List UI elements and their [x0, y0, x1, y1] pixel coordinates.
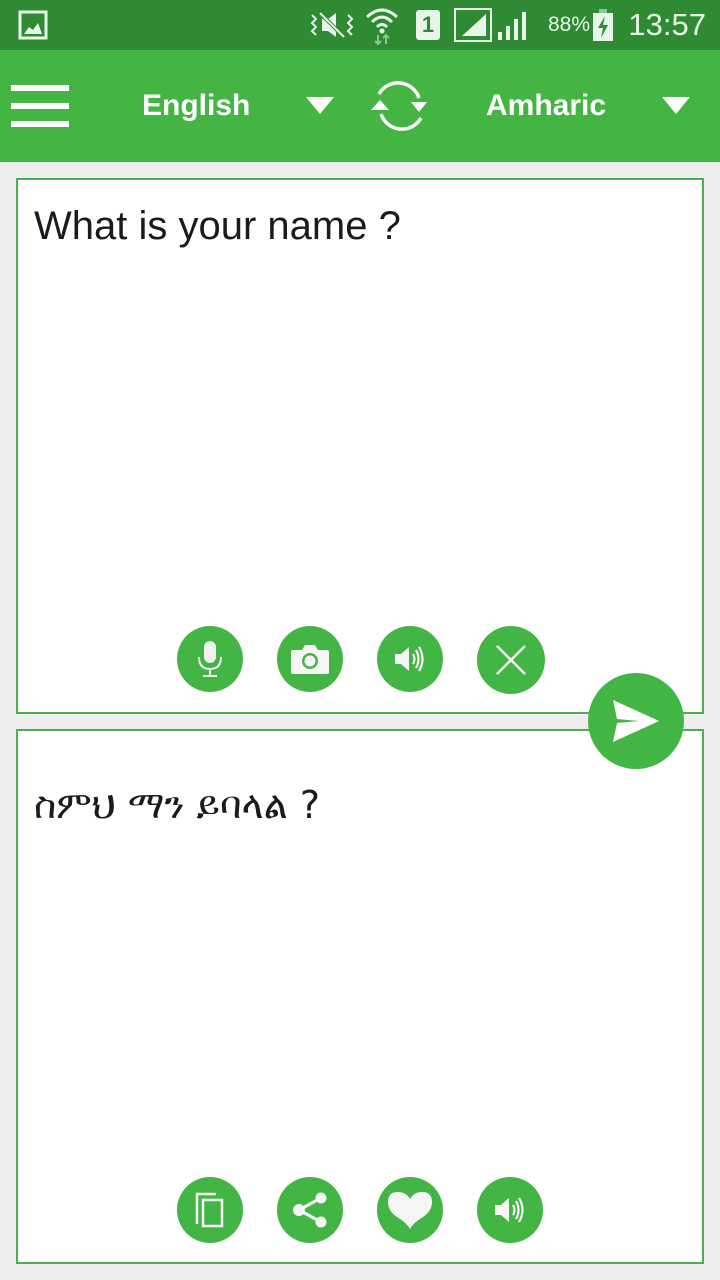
share-button[interactable] — [277, 1177, 343, 1243]
copy-icon — [195, 1192, 224, 1228]
status-bar: 1 88% 13:57 — [0, 0, 720, 50]
clock: 13:57 — [628, 7, 706, 42]
speak-source-button[interactable] — [377, 626, 443, 692]
heart-icon — [388, 1192, 432, 1229]
swap-languages-icon — [371, 81, 427, 131]
input-panel[interactable]: What is your name ? — [16, 178, 704, 714]
microphone-button[interactable] — [177, 626, 243, 692]
source-language-label: English — [142, 89, 251, 122]
translated-text: ስምህ ማን ይባላል ? — [34, 783, 321, 827]
translate-button[interactable] — [588, 673, 684, 769]
dropdown-icon — [662, 97, 690, 114]
speaker-icon — [395, 646, 424, 672]
wifi-icon — [364, 0, 400, 50]
target-language-selector[interactable]: Amharic — [466, 76, 706, 136]
clear-button[interactable] — [477, 626, 545, 694]
vibrate-mute-icon — [308, 0, 356, 50]
menu-icon — [11, 85, 69, 127]
speak-translation-button[interactable] — [477, 1177, 543, 1243]
share-icon — [293, 1192, 327, 1228]
swap-languages-button[interactable] — [362, 74, 438, 138]
close-icon — [496, 645, 526, 675]
camera-button[interactable] — [277, 626, 343, 692]
output-panel: ስምህ ማን ይባላል ? — [16, 729, 704, 1264]
signal-icon — [454, 0, 492, 50]
speaker-icon — [495, 1197, 524, 1223]
menu-button[interactable] — [6, 76, 74, 136]
battery-charging-icon — [592, 0, 614, 50]
source-language-selector[interactable]: English — [120, 76, 350, 136]
dropdown-icon — [306, 97, 334, 114]
signal-icon — [496, 0, 532, 50]
battery-percent: 88% — [547, 13, 590, 36]
mic-icon — [198, 641, 222, 677]
camera-icon — [291, 645, 329, 674]
copy-button[interactable] — [177, 1177, 243, 1243]
toolbar: English Amharic — [0, 50, 720, 162]
target-language-label: Amharic — [486, 89, 607, 122]
source-text-input[interactable]: What is your name ? — [34, 204, 401, 249]
sim-1-icon: 1 — [416, 0, 440, 50]
send-icon — [613, 700, 659, 742]
favorite-button[interactable] — [377, 1177, 443, 1243]
gallery-notification-icon — [18, 0, 48, 50]
